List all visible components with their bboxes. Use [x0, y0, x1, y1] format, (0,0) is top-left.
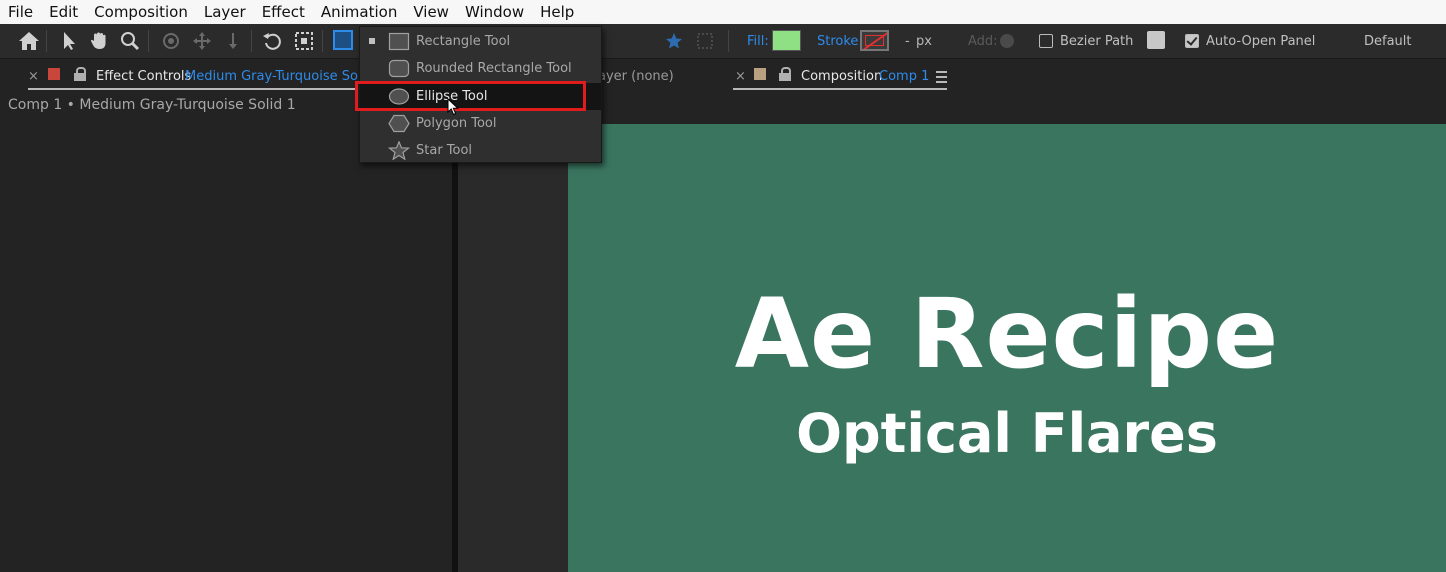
composition-canvas[interactable]: Ae Recipe Optical Flares — [568, 124, 1446, 572]
workspace-default[interactable]: Default — [1364, 34, 1412, 49]
composition-tab-comp-name[interactable]: Comp 1 — [879, 69, 929, 84]
stroke-width-value[interactable]: - — [905, 34, 910, 49]
active-tab-underline — [28, 88, 358, 90]
stroke-color-swatch[interactable] — [860, 30, 889, 51]
toolbar-divider — [728, 30, 729, 52]
add-label: Add: — [968, 34, 998, 49]
menu-window[interactable]: Window — [457, 0, 532, 24]
close-composition-icon[interactable]: × — [735, 69, 746, 84]
stroke-width-unit: px — [916, 34, 932, 49]
menu-item-label: Rounded Rectangle Tool — [416, 61, 572, 76]
toggle-panels-icon[interactable] — [1147, 31, 1165, 49]
mouse-cursor-icon — [447, 98, 459, 116]
home-icon[interactable] — [17, 29, 41, 53]
hand-icon[interactable] — [87, 29, 111, 53]
bezier-path-label: Bezier Path — [1060, 34, 1134, 49]
viewer-pasteboard — [458, 124, 568, 572]
polygon-icon — [388, 114, 410, 133]
viewer-top-area — [458, 92, 1446, 124]
menu-layer[interactable]: Layer — [196, 0, 254, 24]
menu-item-label: Polygon Tool — [416, 116, 497, 131]
menu-view[interactable]: View — [405, 0, 457, 24]
menu-item-star-tool[interactable]: Star Tool — [360, 137, 601, 164]
toolbar-divider — [148, 30, 149, 52]
toolbar-divider — [251, 30, 252, 52]
menu-help[interactable]: Help — [532, 0, 582, 24]
grid-snap-icon[interactable] — [693, 29, 717, 53]
active-tab-underline — [733, 88, 947, 90]
selected-bullet-icon — [369, 38, 375, 44]
star-icon — [388, 141, 410, 160]
menu-item-label: Star Tool — [416, 143, 473, 158]
lock-icon[interactable] — [74, 67, 86, 81]
close-effect-controls-icon[interactable]: × — [28, 69, 39, 84]
tools-toolbar: Fill: Stroke: - px Add: Bezier Path Auto… — [0, 24, 1446, 59]
composition-color-swatch — [754, 68, 766, 80]
auto-open-panel-checkbox[interactable] — [1185, 34, 1199, 48]
ellipse-tool-highlight — [355, 81, 586, 111]
menu-item-label: Rectangle Tool — [416, 34, 511, 49]
menu-item-rounded-rectangle-tool[interactable]: Rounded Rectangle Tool — [360, 55, 601, 82]
selection-arrow-icon[interactable] — [57, 29, 81, 53]
stroke-label[interactable]: Stroke: — [817, 34, 863, 49]
region-of-interest-icon[interactable] — [292, 29, 316, 53]
rectangle-shape-tool-button[interactable] — [333, 30, 353, 50]
add-play-icon[interactable] — [1000, 34, 1014, 48]
orbit-camera-icon[interactable] — [159, 29, 183, 53]
zoom-icon[interactable] — [118, 29, 142, 53]
menu-edit[interactable]: Edit — [41, 0, 86, 24]
lock-icon[interactable] — [779, 67, 791, 81]
pan-camera-icon[interactable] — [190, 29, 214, 53]
fill-color-swatch[interactable] — [772, 30, 801, 51]
toolbar-divider — [322, 30, 323, 52]
layer-color-swatch — [48, 68, 60, 80]
rectangle-icon — [388, 32, 410, 51]
composition-tab-title[interactable]: Composition — [801, 69, 882, 84]
menu-bar: File Edit Composition Layer Effect Anima… — [0, 0, 1446, 24]
menu-composition[interactable]: Composition — [86, 0, 196, 24]
rotation-icon[interactable] — [261, 29, 285, 53]
dolly-camera-icon[interactable] — [221, 29, 245, 53]
auto-open-panel-label: Auto-Open Panel — [1206, 34, 1316, 49]
toolbar-divider — [46, 30, 47, 52]
comp-subtitle-text: Optical Flares — [796, 402, 1218, 465]
bezier-path-checkbox[interactable] — [1039, 34, 1053, 48]
fill-label[interactable]: Fill: — [747, 34, 769, 49]
panel-menu-icon[interactable] — [936, 71, 947, 86]
menu-item-rectangle-tool[interactable]: Rectangle Tool — [360, 28, 601, 55]
menu-item-polygon-tool[interactable]: Polygon Tool — [360, 110, 601, 137]
menu-effect[interactable]: Effect — [254, 0, 313, 24]
star-snap-icon[interactable] — [662, 29, 686, 53]
effect-controls-tab-title[interactable]: Effect Controls — [96, 69, 191, 84]
effect-controls-breadcrumb: Comp 1 • Medium Gray-Turquoise Solid 1 — [8, 97, 296, 113]
menu-animation[interactable]: Animation — [313, 0, 405, 24]
rounded-rectangle-icon — [388, 59, 410, 78]
menu-file[interactable]: File — [0, 0, 41, 24]
comp-title-text: Ae Recipe — [734, 278, 1280, 390]
layer-panel-tab[interactable]: ayer (none) — [598, 69, 674, 84]
